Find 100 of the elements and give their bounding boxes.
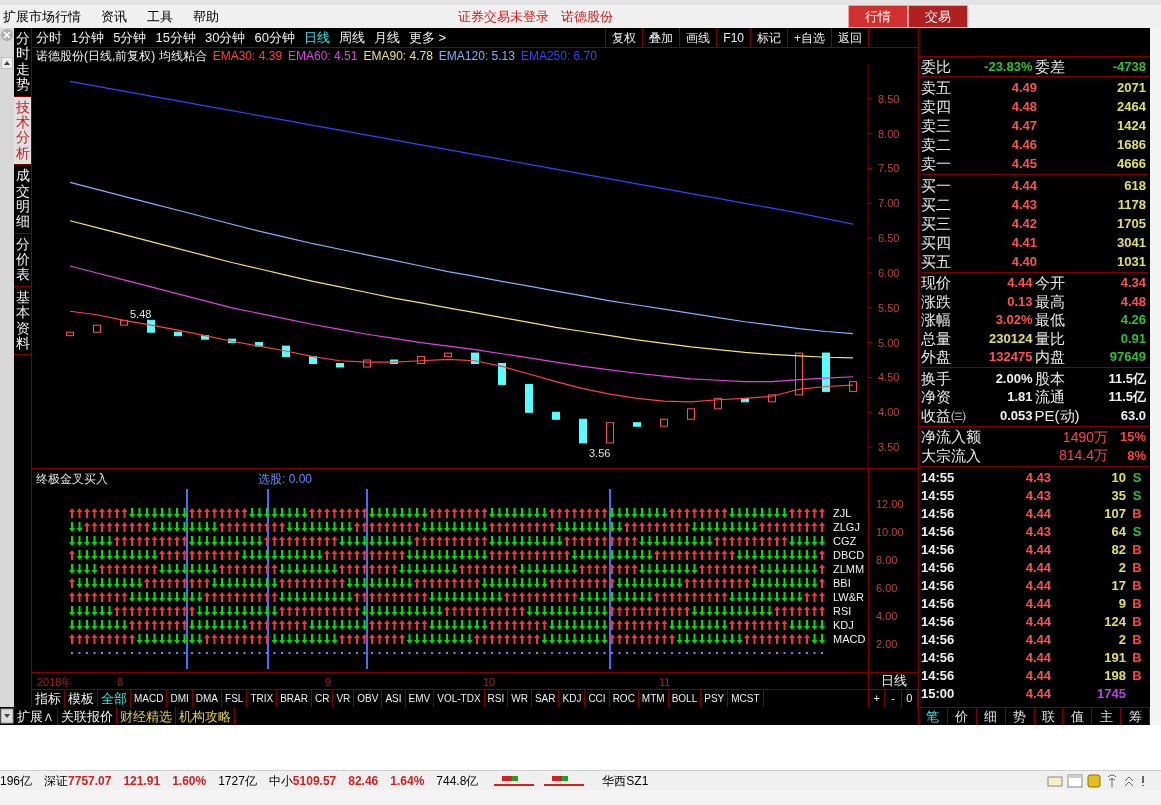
period-tab[interactable]: 分时 [36,27,62,48]
period-tab[interactable]: 月线 [373,27,400,48]
window-icon[interactable] [1067,773,1083,788]
chart-tool-button[interactable]: 返回 [831,28,868,47]
turnover-amount: 744.8亿 [436,772,479,790]
trade-price: 4.44 [1024,579,1051,592]
quote-label: 内盘 [1034,349,1065,365]
quote-label: 最高 [1034,293,1065,309]
flow-label: 净流入额 [921,429,981,445]
menu-item[interactable]: 扩展市场行情 [3,6,81,27]
flow-amount: 1490万 [1061,429,1108,444]
candlestick [849,381,857,392]
trade-side: S [1132,488,1142,503]
indicator-row-label: ZJL [833,507,852,519]
menu-item[interactable]: 工具 [147,6,173,27]
order-level-label: 买四 [921,234,952,250]
candlestick [579,418,587,444]
order-volume: 1424 [1116,118,1147,132]
chart-tool-button[interactable]: 画线 [679,28,717,47]
candlestick [633,422,641,427]
trade-side: B [1132,560,1142,575]
quote-value: 1.81 [1007,390,1034,404]
indicator-axis-label: 8.00 [876,554,898,566]
trade-side: B [1132,542,1142,557]
order-level-label: 买五 [921,253,952,269]
chart-tool-button[interactable]: +自选 [787,28,831,47]
order-level-label: 卖二 [921,136,952,152]
message-icon[interactable] [1047,773,1063,788]
candlestick [336,363,344,368]
quote-value: 2.00% [995,371,1034,385]
trade-price: 4.44 [1024,687,1051,700]
order-price: 4.44 [1010,178,1037,192]
side-tab[interactable]: 成交明细 [14,165,31,234]
period-tab[interactable]: 60分钟 [254,27,295,48]
chart-tool-button[interactable]: 叠加 [642,28,680,47]
flow-percent: 8% [1126,448,1147,462]
ema-legend: EMA120: 5.13 [438,47,515,65]
status-notice: 证券交易未登录 [458,7,549,26]
quote-value: 97649 [1109,350,1147,364]
quote-label: 涨幅 [921,312,951,328]
indicator-row-label: ZLGJ [833,521,860,533]
trade-side: S [1132,470,1142,485]
menu-item[interactable]: 资讯 [101,6,127,27]
chart-tool-button[interactable]: F10 [716,28,750,47]
trade-time: 14:56 [921,579,956,592]
trade-side: B [1132,650,1142,665]
mode-button[interactable]: 交易 [908,5,968,28]
status-notice: 诺德股份 [561,7,613,26]
period-tab[interactable]: 日线 [303,27,330,48]
period-tab[interactable]: 周线 [338,27,365,48]
quote-label: 换手 [921,370,951,386]
order-volume: 1705 [1116,216,1147,230]
trade-volume: 10 [1110,471,1126,484]
indicator-row-label: ZLMM [833,563,865,575]
indicator-row-label: BBI [833,577,851,589]
trade-side: B [1132,596,1142,611]
menu-item[interactable]: 帮助 [193,6,219,27]
candlestick [741,397,749,403]
mode-button[interactable]: 行情 [848,5,908,28]
chart-tool-button[interactable]: 复权 [605,28,643,47]
order-level-label: 卖四 [921,98,952,114]
trade-volume: 2 [1117,561,1126,574]
order-level-label: 买二 [921,196,952,212]
candlestick [444,352,452,358]
date-axis-label: 9 [325,675,332,690]
collapse-icon[interactable] [0,708,14,724]
candlestick [660,418,668,427]
order-price: 4.45 [1010,156,1037,170]
scroll-up-icon[interactable] [1,57,13,69]
close-icon[interactable] [1,29,13,41]
candlestick [768,394,776,403]
quote-label: 量比 [1034,330,1065,346]
trade-volume: 1745 [1096,687,1126,700]
quote-value: 4.44 [1007,276,1034,290]
chart-tool-button[interactable]: 标记 [750,28,787,47]
indicator-axis-label: 4.00 [876,610,898,622]
server-name: 华西SZ1 [602,772,649,790]
period-tab[interactable]: 更多 > [408,27,447,48]
ema-legend: EMA90: 4.78 [363,47,433,65]
period-tab[interactable]: 30分钟 [204,27,246,48]
trade-price: 4.44 [1024,507,1051,520]
trade-volume: 9 [1117,597,1126,610]
candlestick [714,397,722,410]
period-tab[interactable]: 5分钟 [113,27,147,48]
candlestick [201,335,209,340]
index-percent: 1.64% [390,772,425,790]
period-tab[interactable]: 1分钟 [71,27,105,48]
exclamation-icon [1139,773,1147,788]
flow-label: 大宗流入 [921,447,981,463]
candlestick [687,408,695,420]
period-tab[interactable]: 15分钟 [155,27,196,48]
side-tab[interactable]: 技术分析 [14,96,31,166]
candlestick [822,352,830,392]
trade-side: B [1132,668,1142,683]
trade-time: 14:56 [921,651,956,664]
date-axis-label: 2018年 [37,675,73,690]
side-tab[interactable]: 分时走势 [14,28,31,97]
ema-legend: EMA60: 4.51 [288,47,358,65]
order-volume: 3041 [1116,235,1147,249]
quote-label: 现价 [921,275,951,291]
